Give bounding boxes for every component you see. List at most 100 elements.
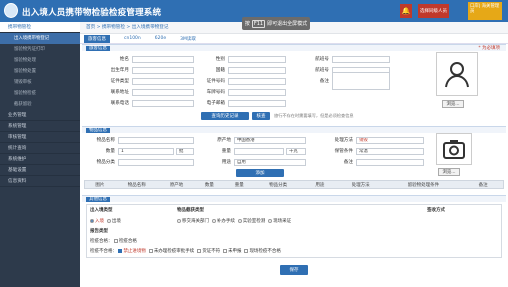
- col-header: 图片: [95, 182, 105, 188]
- verify-button[interactable]: 核查: [252, 112, 270, 120]
- photo-browse-button[interactable]: 浏览...: [442, 100, 464, 108]
- qty-label: 数量: [105, 149, 115, 154]
- type-select[interactable]: [118, 158, 194, 166]
- idtype-select[interactable]: [132, 77, 194, 85]
- weight-input[interactable]: [234, 147, 284, 155]
- plate-input[interactable]: [228, 88, 286, 96]
- checkbox-unqualified[interactable]: [244, 248, 249, 253]
- sidebar-item[interactable]: 留验物处理: [0, 55, 80, 66]
- qualified-option: 检疫合格: [118, 239, 137, 244]
- radio-period-label: 实验室检测: [242, 219, 266, 224]
- radio-period[interactable]: [237, 218, 242, 223]
- sidebar-section[interactable]: 统计查询: [0, 143, 80, 154]
- process-select[interactable]: 销毁: [356, 136, 424, 144]
- sidebar-section[interactable]: 审核管理: [0, 132, 80, 143]
- radio-period[interactable]: [268, 218, 273, 223]
- history-button[interactable]: 查询历史记录: [201, 112, 249, 120]
- fullscreen-toast: 按 F11 即可退出全屏模式: [242, 17, 310, 30]
- radio-entry-label: 入境: [95, 219, 104, 224]
- sidebar-item[interactable]: 截获留验: [0, 99, 80, 110]
- period-label: 物品截获类型: [177, 208, 204, 213]
- goods-remark-label: 备注: [343, 160, 353, 165]
- col-header: 用途: [315, 182, 325, 188]
- sidebar-item[interactable]: 留验物处置: [0, 66, 80, 77]
- phone-input[interactable]: [132, 99, 194, 107]
- sidebar-section[interactable]: 业务管理: [0, 110, 80, 121]
- camera-icon: [443, 140, 465, 159]
- store-select[interactable]: 常温: [356, 147, 424, 155]
- goods-header: 物品信息: [82, 126, 506, 133]
- checkbox-unqualified[interactable]: [223, 248, 228, 253]
- sidebar-item[interactable]: 留验物凭证打印: [0, 44, 80, 55]
- bell-icon[interactable]: 🔔: [400, 4, 412, 18]
- radio-exit[interactable]: [106, 218, 111, 223]
- sidebar-section[interactable]: 系统管理: [0, 121, 80, 132]
- radio-period[interactable]: [211, 218, 216, 223]
- goods-remark-input[interactable]: [356, 158, 424, 166]
- goods-browse-button[interactable]: 浏览...: [438, 168, 460, 176]
- other-title: 其他信息: [86, 197, 110, 202]
- app-logo: [4, 3, 18, 18]
- other-header: 其他信息: [82, 195, 506, 202]
- gender-label: 性别: [215, 57, 225, 62]
- save-button[interactable]: 保存: [280, 265, 308, 275]
- email-input[interactable]: [228, 99, 286, 107]
- sidebar-section[interactable]: 系统维护: [0, 154, 80, 165]
- radio-entry[interactable]: [90, 218, 94, 223]
- name-input[interactable]: [132, 55, 194, 63]
- tab-620e[interactable]: 620e: [155, 36, 166, 41]
- tab-3m[interactable]: 3M读取: [180, 36, 196, 42]
- flight-input[interactable]: [332, 55, 390, 63]
- idtype-label: 证件类型: [110, 79, 129, 84]
- name-label: 姓名: [119, 57, 129, 62]
- radio-period-label: 移交海关部门: [182, 219, 209, 224]
- radio-period-label: 补办手续: [216, 219, 235, 224]
- other-grid: 出入境类型 物品截获类型 签收方式 入境 出境 移交海关部门 补办手续 实验室检…: [86, 204, 502, 258]
- sidebar-section[interactable]: 信息资料: [0, 176, 80, 187]
- origin-select[interactable]: 中国香港: [234, 136, 306, 144]
- dept-badge[interactable]: 口岸| 海关管理员: [468, 2, 502, 20]
- tab-traveler[interactable]: 旅客信息: [84, 34, 110, 43]
- checkbox-qualified[interactable]: [113, 238, 118, 243]
- traveler-title: 旅客信息: [86, 46, 110, 51]
- tab-cn100n[interactable]: cn100n: [124, 36, 141, 41]
- sidebar-item[interactable]: 出入境携带物登记: [0, 33, 80, 44]
- nationality-select[interactable]: [228, 66, 286, 74]
- checkbox-unqualified[interactable]: [148, 248, 153, 253]
- sidebar-section-carry[interactable]: 携带物管检: [0, 22, 80, 33]
- address-input[interactable]: [132, 88, 194, 96]
- radio-period[interactable]: [177, 218, 181, 223]
- col-header: 原产地: [169, 182, 184, 188]
- goods-photo: [436, 133, 472, 165]
- sidebar-item[interactable]: 销毁审核: [0, 77, 80, 88]
- unqualified-row: 检疫不合格： 禁止进境物 未办理检疫审批手续 货证不符 未申报 现场检疫不合格: [90, 248, 281, 254]
- radio-exit-label: 出境: [111, 219, 121, 224]
- checkbox-unqualified[interactable]: [118, 248, 123, 253]
- sidebar-item[interactable]: 留验物检疫: [0, 88, 80, 99]
- gender-select[interactable]: [228, 55, 286, 63]
- goods-name-input[interactable]: [118, 136, 194, 144]
- process-label: 处理方法: [334, 138, 353, 143]
- col-header: 物品分类: [269, 182, 288, 188]
- col-header: 处理方法: [351, 182, 370, 188]
- sidebar-section[interactable]: 基础设置: [0, 165, 80, 176]
- add-goods-button[interactable]: 添加: [236, 169, 284, 177]
- goods-name-label: 物品名称: [96, 138, 115, 143]
- goods-title: 物品信息: [86, 128, 110, 133]
- remark-input[interactable]: [332, 72, 390, 90]
- verify-note: 旅行不存在时需要填写，但是必须检查信息: [274, 113, 354, 118]
- unit-select[interactable]: 批: [176, 147, 194, 155]
- use-select[interactable]: 自用: [234, 158, 306, 166]
- report-type-label: 报告类型: [90, 229, 108, 234]
- birth-input[interactable]: [132, 66, 194, 74]
- weight-label: 重量: [221, 149, 231, 154]
- qty-input[interactable]: 1: [118, 147, 174, 155]
- col-header: 备注: [478, 182, 488, 188]
- toast-pre: 按: [244, 21, 250, 27]
- idno-input[interactable]: [228, 77, 286, 85]
- toast-post: 即可退出全屏模式: [267, 21, 308, 27]
- unqualified-option: 禁止进境物: [123, 249, 146, 254]
- checkbox-unqualified[interactable]: [197, 248, 202, 253]
- wunit-select[interactable]: 千克: [286, 147, 306, 155]
- user-switch[interactable]: 选择同级人员: [418, 4, 449, 18]
